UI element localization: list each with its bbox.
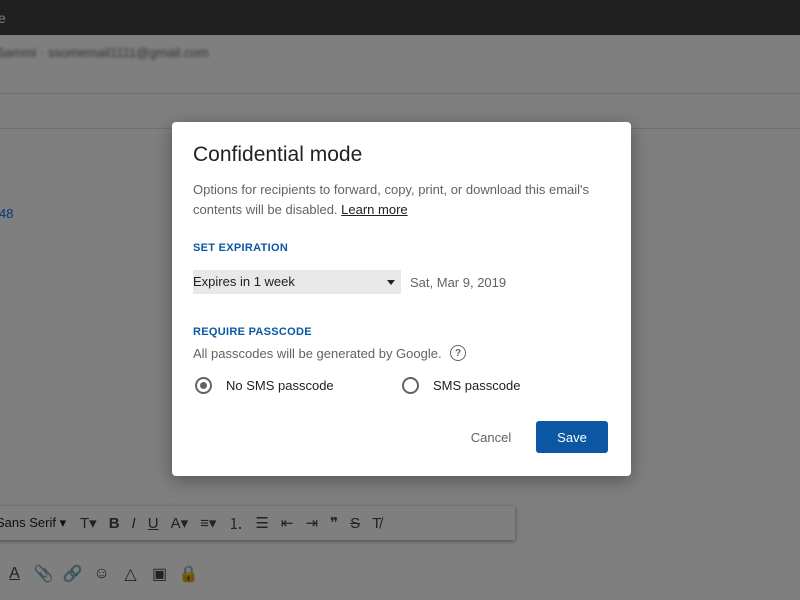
no-sms-passcode-radio[interactable] xyxy=(195,377,212,394)
passcode-note: All passcodes will be generated by Googl… xyxy=(193,346,442,361)
learn-more-link[interactable]: Learn more xyxy=(341,202,407,217)
cancel-button[interactable]: Cancel xyxy=(458,420,524,454)
save-button[interactable]: Save xyxy=(536,421,608,453)
require-passcode-label: REQUIRE PASSCODE xyxy=(193,326,312,338)
sms-passcode-label[interactable]: SMS passcode xyxy=(433,378,520,393)
confidential-mode-dialog: Confidential mode Options for recipients… xyxy=(172,122,631,476)
set-expiration-label: SET EXPIRATION xyxy=(193,242,289,254)
dropdown-caret-icon xyxy=(387,280,395,285)
help-icon[interactable]: ? xyxy=(450,345,466,361)
expiration-date: Sat, Mar 9, 2019 xyxy=(410,275,507,290)
expiration-select[interactable]: Expires in 1 week xyxy=(193,270,401,294)
expiration-selected-value: Expires in 1 week xyxy=(193,274,295,289)
sms-passcode-radio[interactable] xyxy=(402,377,419,394)
dialog-description: Options for recipients to forward, copy,… xyxy=(193,180,608,220)
no-sms-passcode-label[interactable]: No SMS passcode xyxy=(226,378,334,393)
dialog-title: Confidential mode xyxy=(193,143,363,166)
